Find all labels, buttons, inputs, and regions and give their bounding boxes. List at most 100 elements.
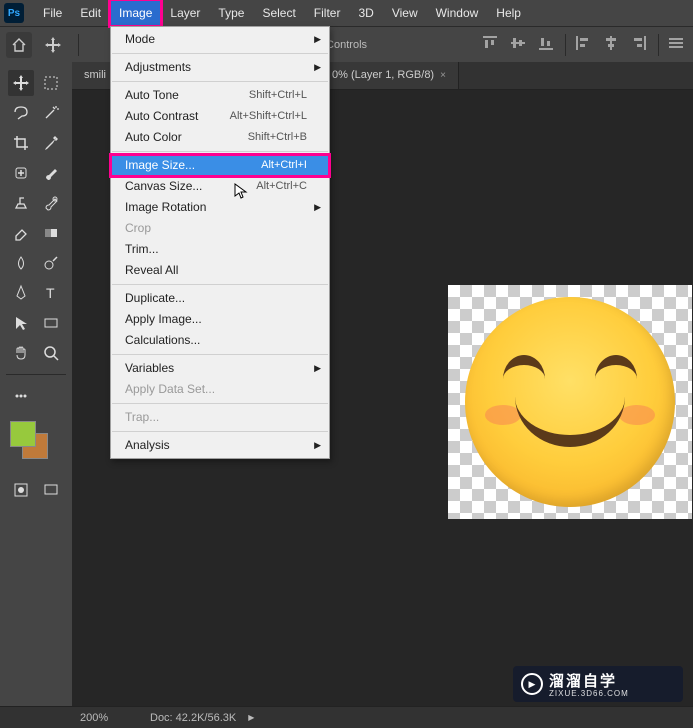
quick-mask-icon[interactable] (10, 477, 32, 503)
move-tool-icon[interactable] (44, 36, 66, 54)
menu-item-calculations[interactable]: Calculations... (111, 330, 329, 351)
menu-separator (112, 53, 328, 54)
menu-item-shortcut: Alt+Ctrl+I (261, 155, 307, 176)
home-button[interactable] (6, 32, 32, 58)
menu-item-label: Mode (125, 29, 155, 50)
app-logo-text: Ps (8, 8, 20, 19)
menu-item-label: Crop (125, 218, 151, 239)
menu-item-label: Auto Color (125, 127, 182, 148)
menu-item-mode[interactable]: Mode ▶ (111, 29, 329, 50)
menu-filter[interactable]: Filter (305, 0, 350, 26)
menu-3d[interactable]: 3D (349, 0, 382, 26)
menu-item-auto-tone[interactable]: Auto ToneShift+Ctrl+L (111, 85, 329, 106)
menu-item-trim[interactable]: Trim... (111, 239, 329, 260)
distribute-icon[interactable] (667, 34, 687, 54)
menu-item-auto-contrast[interactable]: Auto Contrast Alt+Shift+Ctrl+L (111, 106, 329, 127)
separator (658, 34, 659, 56)
type-tool[interactable]: T (38, 280, 64, 306)
history-brush-tool[interactable] (38, 190, 64, 216)
menu-separator (112, 403, 328, 404)
menu-item-reveal-all[interactable]: Reveal All (111, 260, 329, 281)
hand-tool[interactable] (8, 340, 34, 366)
submenu-arrow-icon: ▶ (314, 29, 321, 50)
dodge-tool[interactable] (38, 250, 64, 276)
gradient-tool[interactable] (38, 220, 64, 246)
menu-separator (112, 284, 328, 285)
image-menu-dropdown: Mode▶Adjustments▶Auto ToneShift+Ctrl+LAu… (110, 26, 330, 459)
menu-select[interactable]: Select (253, 0, 304, 26)
menu-item-label: Image Size... (125, 155, 195, 176)
menu-item-canvas-size[interactable]: Canvas Size...Alt+Ctrl+C (111, 176, 329, 197)
align-vcenter-icon[interactable] (509, 34, 529, 54)
menu-item-image-size[interactable]: Image Size... Alt+Ctrl+I (111, 155, 329, 176)
eyedropper-tool[interactable] (38, 130, 64, 156)
watermark-subtitle: ZIXUE.3D66.COM (549, 689, 629, 698)
zoom-level[interactable]: 200% (80, 712, 150, 724)
watermark: ▶ 溜溜自学 ZIXUE.3D66.COM (513, 666, 683, 702)
align-top-icon[interactable] (481, 34, 501, 54)
menu-file[interactable]: File (34, 0, 71, 26)
menu-item-shortcut: Alt+Shift+Ctrl+L (230, 106, 307, 127)
menu-edit[interactable]: Edit (71, 0, 110, 26)
menu-item-image-rotation[interactable]: Image Rotation▶ (111, 197, 329, 218)
crop-tool[interactable] (8, 130, 34, 156)
menu-item-label: Adjustments (125, 57, 191, 78)
zoom-tool[interactable] (38, 340, 64, 366)
doc-tab-label-right: 0% (Layer 1, RGB/8) (332, 62, 434, 89)
lasso-tool[interactable] (8, 100, 34, 126)
blur-tool[interactable] (8, 250, 34, 276)
menu-type[interactable]: Type (209, 0, 253, 26)
menu-item-label: Canvas Size... (125, 176, 202, 197)
image-canvas[interactable] (448, 285, 692, 519)
menu-view[interactable]: View (383, 0, 427, 26)
align-hcenter-icon[interactable] (602, 34, 622, 54)
menu-item-shortcut: Shift+Ctrl+L (249, 85, 307, 106)
menu-item-label: Trim... (125, 239, 159, 260)
align-buttons (481, 34, 687, 56)
rectangle-tool[interactable] (38, 310, 64, 336)
menu-item-adjustments[interactable]: Adjustments ▶ (111, 57, 329, 78)
menu-separator (112, 431, 328, 432)
healing-brush-tool[interactable] (8, 160, 34, 186)
move-tool[interactable] (8, 70, 34, 96)
foreground-color-swatch[interactable] (10, 421, 36, 447)
menu-item-analysis[interactable]: Analysis▶ (111, 435, 329, 456)
menu-item-label: Apply Image... (125, 309, 202, 330)
separator (565, 34, 566, 56)
menu-separator (112, 151, 328, 152)
pen-tool[interactable] (8, 280, 34, 306)
menu-separator (112, 354, 328, 355)
menu-item-duplicate[interactable]: Duplicate... (111, 288, 329, 309)
align-right-icon[interactable] (630, 34, 650, 54)
edit-toolbar-icon[interactable] (8, 383, 34, 409)
brush-tool[interactable] (38, 160, 64, 186)
menu-layer[interactable]: Layer (161, 0, 209, 26)
menu-image[interactable]: Image (110, 0, 161, 26)
close-tab-icon[interactable]: × (440, 62, 446, 89)
menu-item-label: Duplicate... (125, 288, 185, 309)
options-bar: form Controls (0, 26, 693, 62)
menu-item-crop: Crop (111, 218, 329, 239)
menu-item-label: Reveal All (125, 260, 178, 281)
document-tabs: smili 0% (Layer 1, RGB/8) × (0, 62, 693, 90)
path-selection-tool[interactable] (8, 310, 34, 336)
status-more-icon[interactable]: ▶ (248, 713, 254, 722)
color-swatches[interactable] (10, 421, 62, 461)
menu-item-auto-color[interactable]: Auto ColorShift+Ctrl+B (111, 127, 329, 148)
menu-item-apply-image[interactable]: Apply Image... (111, 309, 329, 330)
marquee-tool[interactable] (38, 70, 64, 96)
magic-wand-tool[interactable] (38, 100, 64, 126)
menu-item-label: Auto Contrast (125, 106, 198, 127)
clone-stamp-tool[interactable] (8, 190, 34, 216)
menu-window[interactable]: Window (427, 0, 488, 26)
document-info[interactable]: Doc: 42.2K/56.3K (150, 712, 236, 724)
menu-item-label: Apply Data Set... (125, 379, 215, 400)
align-bottom-icon[interactable] (537, 34, 557, 54)
menu-item-variables[interactable]: Variables▶ (111, 358, 329, 379)
submenu-arrow-icon: ▶ (314, 57, 321, 78)
eraser-tool[interactable] (8, 220, 34, 246)
watermark-title: 溜溜自学 (549, 670, 629, 691)
menu-help[interactable]: Help (487, 0, 530, 26)
align-left-icon[interactable] (574, 34, 594, 54)
screen-mode-icon[interactable] (40, 477, 62, 503)
